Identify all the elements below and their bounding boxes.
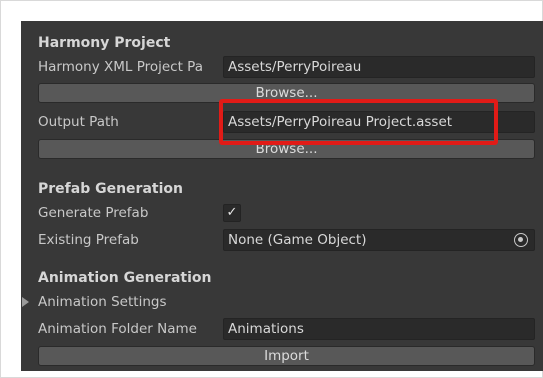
xml-project-path-field[interactable]: Assets/PerryPoireau [223,56,535,78]
output-path-label: Output Path [38,114,119,130]
generate-prefab-label: Generate Prefab [38,205,149,221]
browse-output-button[interactable]: Browse... [38,139,535,159]
animation-generation-header: Animation Generation [38,270,212,286]
object-picker-icon[interactable] [514,233,528,247]
browse-xml-button[interactable]: Browse... [38,83,535,103]
generate-prefab-checkbox[interactable]: ✓ [223,204,241,222]
harmony-project-header: Harmony Project [38,35,171,51]
import-button[interactable]: Import [38,346,535,366]
existing-prefab-field[interactable]: None (Game Object) [223,229,535,251]
existing-prefab-value: None (Game Object) [228,232,367,248]
animation-folder-name-label: Animation Folder Name [38,321,197,337]
foldout-arrow-icon[interactable] [22,297,29,307]
output-path-field[interactable]: Assets/PerryPoireau Project.asset [223,111,535,133]
xml-project-path-label: Harmony XML Project Pa [38,59,203,75]
existing-prefab-label: Existing Prefab [38,232,139,248]
prefab-generation-header: Prefab Generation [38,181,183,197]
checkmark-icon: ✓ [226,205,238,220]
screenshot-frame: Harmony Project Harmony XML Project Pa A… [0,0,543,378]
harmony-importer-panel: Harmony Project Harmony XML Project Pa A… [21,21,543,371]
animation-folder-name-field[interactable]: Animations [223,318,535,340]
animation-settings-foldout[interactable]: Animation Settings [38,294,223,310]
